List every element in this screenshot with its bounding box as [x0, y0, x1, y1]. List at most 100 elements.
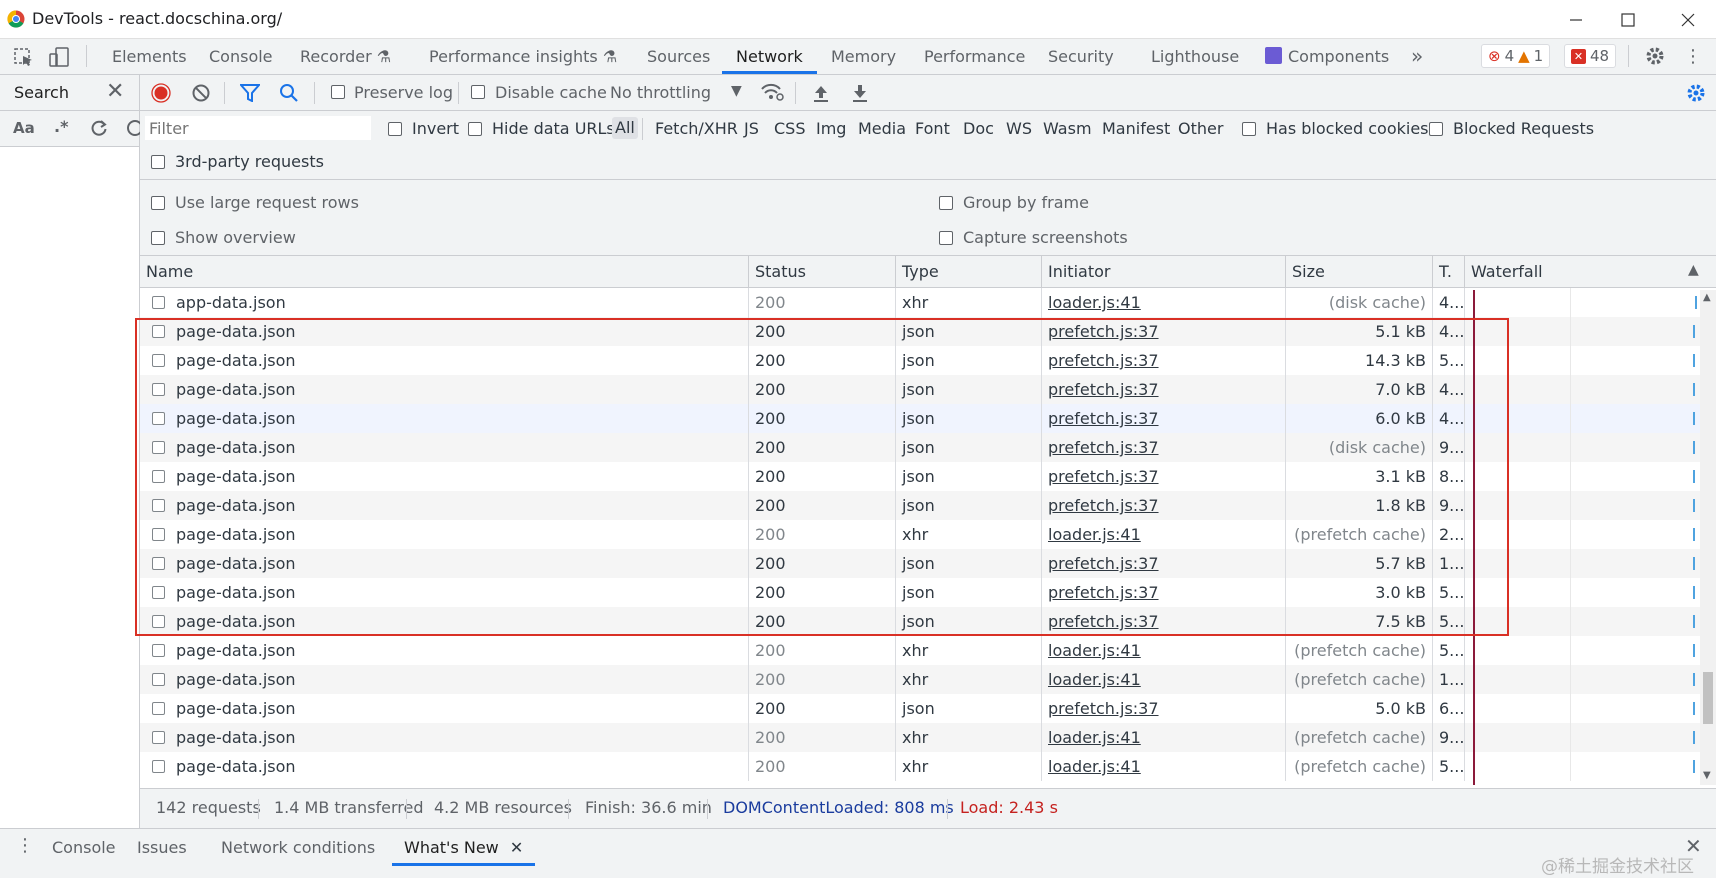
row-checkbox[interactable]	[152, 441, 165, 454]
row-checkbox[interactable]	[152, 586, 165, 599]
drawer-tab-network-conditions[interactable]: Network conditions	[221, 829, 375, 866]
cell-initiator[interactable]: loader.js:41	[1041, 665, 1285, 694]
cell-initiator[interactable]: prefetch.js:37	[1041, 375, 1285, 404]
cell-initiator[interactable]: prefetch.js:37	[1041, 433, 1285, 462]
close-search-icon[interactable]: ✕	[106, 79, 124, 104]
vertical-scrollbar[interactable]: ▲ ▼	[1700, 290, 1716, 785]
table-row[interactable]: page-data.json 200 json prefetch.js:37 5.1 k…	[140, 317, 1700, 346]
column-header-size[interactable]: Size	[1285, 256, 1432, 288]
row-checkbox[interactable]	[152, 673, 165, 686]
cell-initiator[interactable]: prefetch.js:37	[1041, 317, 1285, 346]
filter-type-fetch-xhr[interactable]: Fetch/XHR	[655, 119, 738, 138]
more-tabs-button[interactable]: »	[1411, 39, 1423, 74]
cell-initiator[interactable]: loader.js:41	[1041, 520, 1285, 549]
import-har-icon[interactable]	[812, 83, 830, 103]
scroll-down-icon[interactable]: ▼	[1703, 770, 1711, 781]
hide-data-urls-checkbox[interactable]	[468, 122, 482, 136]
filter-type-font[interactable]: Font	[915, 119, 950, 138]
row-checkbox[interactable]	[152, 499, 165, 512]
table-row[interactable]: page-data.json 200 xhr loader.js:41 (prefetc…	[140, 520, 1700, 549]
filter-type-other[interactable]: Other	[1178, 119, 1223, 138]
cell-initiator[interactable]: loader.js:41	[1041, 636, 1285, 665]
filter-type-media[interactable]: Media	[858, 119, 906, 138]
row-checkbox[interactable]	[152, 528, 165, 541]
row-checkbox[interactable]	[152, 325, 165, 338]
filter-type-css[interactable]: CSS	[774, 119, 805, 138]
table-row[interactable]: page-data.json 200 json prefetch.js:37 6.0 k…	[140, 404, 1700, 433]
row-checkbox[interactable]	[152, 760, 165, 773]
has-blocked-cookies-checkbox[interactable]	[1242, 122, 1256, 136]
match-case-button[interactable]: Aa	[13, 119, 35, 137]
refresh-icon[interactable]	[90, 119, 108, 137]
filter-type-manifest[interactable]: Manifest	[1102, 119, 1170, 138]
row-checkbox[interactable]	[152, 296, 165, 309]
kebab-menu-icon[interactable]: ⋮	[1684, 46, 1702, 67]
clear-icon[interactable]	[191, 83, 211, 103]
cell-initiator[interactable]: loader.js:41	[1041, 723, 1285, 752]
table-row[interactable]: page-data.json 200 xhr loader.js:41 (prefetc…	[140, 723, 1700, 752]
search-tab[interactable]: Search	[14, 83, 69, 102]
tab-recorder[interactable]: Recorder ⚗	[300, 39, 391, 74]
filter-input[interactable]	[145, 116, 371, 140]
filter-type-doc[interactable]: Doc	[963, 119, 994, 138]
close-window-button[interactable]	[1660, 0, 1716, 39]
maximize-button[interactable]	[1600, 0, 1656, 39]
scroll-up-icon[interactable]: ▲	[1703, 292, 1711, 303]
table-row[interactable]: page-data.json 200 json prefetch.js:37 14.3 …	[140, 346, 1700, 375]
invert-checkbox[interactable]	[388, 122, 402, 136]
table-row[interactable]: page-data.json 200 json prefetch.js:37 7.0 k…	[140, 375, 1700, 404]
drawer-menu-icon[interactable]: ⋮	[16, 835, 34, 856]
regex-button[interactable]: .*	[54, 117, 68, 136]
drawer-tab-whats-new[interactable]: What's New ✕	[392, 829, 536, 866]
capture-screenshots-checkbox[interactable]	[939, 231, 953, 245]
table-row[interactable]: page-data.json 200 json prefetch.js:37 (disk…	[140, 433, 1700, 462]
scrollbar-thumb[interactable]	[1703, 672, 1713, 724]
device-toolbar-icon[interactable]	[48, 46, 70, 68]
blocked-requests-checkbox[interactable]	[1429, 122, 1443, 136]
cell-initiator[interactable]: prefetch.js:37	[1041, 578, 1285, 607]
row-checkbox[interactable]	[152, 644, 165, 657]
tab-performance[interactable]: Performance	[924, 39, 1025, 74]
export-har-icon[interactable]	[851, 83, 869, 103]
table-row[interactable]: app-data.json 200 xhr loader.js:41 (disk cac…	[140, 288, 1700, 317]
tab-lighthouse[interactable]: Lighthouse	[1151, 39, 1239, 74]
tab-sources[interactable]: Sources	[647, 39, 710, 74]
row-checkbox[interactable]	[152, 615, 165, 628]
tab-elements[interactable]: Elements	[112, 39, 187, 74]
third-party-checkbox[interactable]	[151, 155, 165, 169]
column-header-waterfall[interactable]: Waterfall	[1464, 256, 1716, 288]
filter-icon[interactable]	[240, 84, 260, 102]
drawer-tab-console[interactable]: Console	[52, 829, 116, 866]
row-checkbox[interactable]	[152, 383, 165, 396]
tab-performance-insights[interactable]: Performance insights ⚗	[429, 39, 617, 74]
column-header-name[interactable]: Name	[140, 256, 748, 288]
minimize-button[interactable]	[1548, 0, 1604, 39]
table-row[interactable]: page-data.json 200 xhr loader.js:41 (prefetc…	[140, 636, 1700, 665]
table-row[interactable]: page-data.json 200 json prefetch.js:37 3.0 k…	[140, 578, 1700, 607]
tab-security[interactable]: Security	[1048, 39, 1114, 74]
tab-console[interactable]: Console	[209, 39, 273, 74]
row-checkbox[interactable]	[152, 470, 165, 483]
column-header-type[interactable]: Type	[895, 256, 1041, 288]
clear-search-icon[interactable]	[126, 119, 140, 137]
table-row[interactable]: page-data.json 200 json prefetch.js:37 3.1 k…	[140, 462, 1700, 491]
row-checkbox[interactable]	[152, 412, 165, 425]
cell-initiator[interactable]: prefetch.js:37	[1041, 404, 1285, 433]
cell-initiator[interactable]: prefetch.js:37	[1041, 462, 1285, 491]
show-overview-checkbox[interactable]	[151, 231, 165, 245]
large-rows-checkbox[interactable]	[151, 196, 165, 210]
table-row[interactable]: page-data.json 200 json prefetch.js:37 5.0 k…	[140, 694, 1700, 723]
cell-initiator[interactable]: prefetch.js:37	[1041, 491, 1285, 520]
drawer-tab-issues[interactable]: Issues	[137, 829, 187, 866]
table-row[interactable]: page-data.json 200 json prefetch.js:37 5.7 k…	[140, 549, 1700, 578]
table-row[interactable]: page-data.json 200 xhr loader.js:41 (prefetc…	[140, 752, 1700, 781]
search-icon[interactable]	[279, 83, 299, 103]
cell-initiator[interactable]: prefetch.js:37	[1041, 346, 1285, 375]
table-row[interactable]: page-data.json 200 json prefetch.js:37 7.5 k…	[140, 607, 1700, 636]
tab-memory[interactable]: Memory	[831, 39, 896, 74]
disable-cache-checkbox[interactable]	[471, 85, 485, 99]
console-counts-badge[interactable]: ⊗ 4 ▲ 1	[1481, 44, 1551, 68]
filter-type-wasm[interactable]: Wasm	[1043, 119, 1092, 138]
row-checkbox[interactable]	[152, 702, 165, 715]
cell-initiator[interactable]: prefetch.js:37	[1041, 694, 1285, 723]
